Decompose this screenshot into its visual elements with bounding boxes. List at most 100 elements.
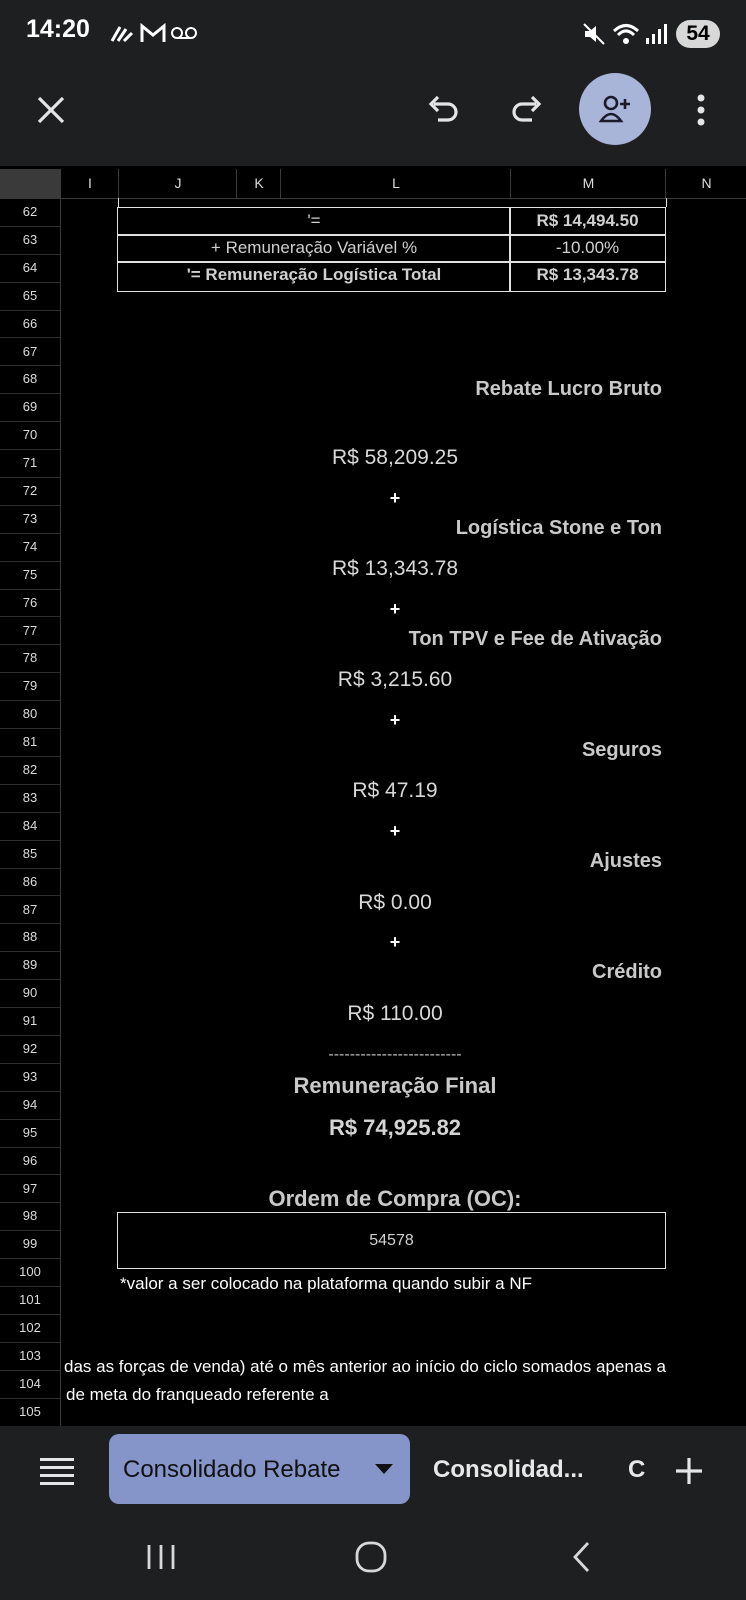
table-r63-label[interactable]: + Remuneração Variável % bbox=[117, 234, 511, 263]
row-header[interactable]: 87 bbox=[0, 896, 60, 925]
table-r64-value[interactable]: R$ 13,343.78 bbox=[509, 261, 666, 292]
row-header[interactable]: 98 bbox=[0, 1202, 60, 1232]
clipped-row-61 bbox=[118, 198, 667, 207]
chevron-down-icon[interactable] bbox=[375, 1464, 393, 1476]
row-103-text[interactable]: das as forças de venda) até o mês anteri… bbox=[64, 1357, 746, 1377]
more-vert-icon[interactable] bbox=[691, 92, 711, 128]
add-sheet-icon[interactable] bbox=[674, 1456, 704, 1486]
row-header[interactable]: 62 bbox=[0, 198, 60, 227]
row-header[interactable]: 104 bbox=[0, 1370, 60, 1399]
row-header[interactable]: 94 bbox=[0, 1091, 60, 1120]
row-header[interactable]: 82 bbox=[0, 756, 60, 785]
column-header-j[interactable]: J bbox=[118, 169, 237, 198]
seguros-value[interactable]: R$ 47.19 bbox=[280, 779, 510, 803]
column-header-m[interactable]: M bbox=[510, 169, 666, 198]
row-header[interactable]: 79 bbox=[0, 672, 60, 702]
plus-sign: + bbox=[389, 488, 401, 508]
home-icon[interactable] bbox=[354, 1540, 388, 1574]
row-header[interactable]: 96 bbox=[0, 1147, 60, 1176]
plus-sign: + bbox=[389, 932, 401, 952]
redo-icon[interactable] bbox=[510, 92, 546, 126]
row-header[interactable]: 99 bbox=[0, 1230, 60, 1260]
row-header[interactable]: 74 bbox=[0, 533, 60, 562]
row-header[interactable]: 65 bbox=[0, 282, 60, 311]
remuneracao-final-value[interactable]: R$ 74,925.82 bbox=[260, 1115, 530, 1141]
row-header[interactable]: 83 bbox=[0, 784, 60, 813]
row-header[interactable]: 64 bbox=[0, 254, 60, 283]
remuneracao-final-heading[interactable]: Remuneração Final bbox=[230, 1073, 560, 1099]
rebate-lucro-bruto-heading[interactable]: Rebate Lucro Bruto bbox=[400, 378, 662, 401]
divider-line: ------------------------- bbox=[328, 1046, 462, 1063]
row-header[interactable]: 93 bbox=[0, 1063, 60, 1092]
tab-consolidado-2[interactable]: Consolidad... bbox=[433, 1456, 584, 1484]
sheets-list-icon[interactable] bbox=[40, 1455, 74, 1485]
row-header[interactable]: 72 bbox=[0, 477, 60, 506]
ton-tpv-heading[interactable]: Ton TPV e Fee de Ativação bbox=[330, 628, 662, 651]
credito-value[interactable]: R$ 110.00 bbox=[280, 1002, 510, 1026]
rebate-lucro-bruto-value[interactable]: R$ 58,209.25 bbox=[280, 446, 510, 470]
wifi-icon bbox=[612, 24, 640, 44]
table-r62-label[interactable]: '= bbox=[117, 207, 511, 236]
oc-note[interactable]: *valor a ser colocado na plataforma quan… bbox=[120, 1274, 680, 1294]
ton-tpv-value[interactable]: R$ 3,215.60 bbox=[280, 668, 510, 692]
row-header[interactable]: 76 bbox=[0, 589, 60, 618]
signal-app-icon bbox=[110, 26, 134, 43]
back-icon[interactable] bbox=[570, 1540, 594, 1574]
row-header[interactable]: 91 bbox=[0, 1007, 60, 1036]
status-time: 14:20 bbox=[26, 15, 90, 43]
ajustes-value[interactable]: R$ 0.00 bbox=[280, 891, 510, 915]
row-header[interactable]: 92 bbox=[0, 1035, 60, 1064]
row-header[interactable]: 86 bbox=[0, 868, 60, 897]
row-header[interactable]: 69 bbox=[0, 393, 60, 423]
row-header[interactable]: 95 bbox=[0, 1119, 60, 1148]
row-header[interactable]: 71 bbox=[0, 449, 60, 478]
row-header[interactable]: 101 bbox=[0, 1286, 60, 1315]
table-r63-value[interactable]: -10.00% bbox=[509, 234, 666, 263]
column-header-l[interactable]: L bbox=[280, 169, 511, 198]
plus-sign: + bbox=[389, 710, 401, 730]
tab-c[interactable]: C bbox=[628, 1456, 645, 1484]
row-header[interactable]: 68 bbox=[0, 365, 60, 395]
row-header[interactable]: 84 bbox=[0, 812, 60, 841]
ordem-compra-heading[interactable]: Ordem de Compra (OC): bbox=[200, 1186, 590, 1212]
row-header-bar: 62 63 64 65 66 67 68 69 70 71 72 73 74 75 76 77 78 79 80 81… bbox=[0, 198, 61, 1427]
gmail-icon bbox=[140, 22, 166, 42]
row-header[interactable]: 73 bbox=[0, 505, 60, 534]
row-header[interactable]: 81 bbox=[0, 728, 60, 757]
ordem-compra-value[interactable]: 54578 bbox=[117, 1212, 666, 1269]
table-r62-value[interactable]: R$ 14,494.50 bbox=[509, 207, 666, 236]
row-header[interactable]: 80 bbox=[0, 700, 60, 730]
row-header[interactable]: 105 bbox=[0, 1398, 60, 1427]
logistica-heading[interactable]: Logística Stone e Ton bbox=[380, 517, 662, 540]
tab-consolidado-rebate[interactable]: Consolidado Rebate bbox=[109, 1434, 410, 1504]
ajustes-heading[interactable]: Ajustes bbox=[500, 850, 662, 873]
column-header-n[interactable]: N bbox=[665, 169, 746, 198]
logistica-value[interactable]: R$ 13,343.78 bbox=[280, 557, 510, 581]
undo-icon[interactable] bbox=[424, 92, 460, 126]
row-104-text[interactable]: de meta do franqueado referente a bbox=[66, 1385, 666, 1405]
row-header[interactable]: 88 bbox=[0, 923, 60, 953]
seguros-heading[interactable]: Seguros bbox=[500, 739, 662, 762]
row-header[interactable]: 102 bbox=[0, 1314, 60, 1343]
row-header[interactable]: 70 bbox=[0, 421, 60, 451]
row-header[interactable]: 67 bbox=[0, 338, 60, 367]
row-header[interactable]: 78 bbox=[0, 644, 60, 674]
credito-heading[interactable]: Crédito bbox=[500, 961, 662, 984]
row-header[interactable]: 100 bbox=[0, 1258, 60, 1288]
row-header[interactable]: 90 bbox=[0, 979, 60, 1009]
row-header[interactable]: 103 bbox=[0, 1342, 60, 1371]
recent-apps-icon[interactable] bbox=[145, 1542, 179, 1572]
row-header[interactable]: 77 bbox=[0, 617, 60, 646]
row-header[interactable]: 97 bbox=[0, 1175, 60, 1204]
row-header[interactable]: 66 bbox=[0, 310, 60, 339]
row-header[interactable]: 75 bbox=[0, 561, 60, 590]
share-button[interactable] bbox=[579, 73, 651, 145]
row-header[interactable]: 63 bbox=[0, 226, 60, 255]
row-header[interactable]: 89 bbox=[0, 951, 60, 981]
column-header-k[interactable]: K bbox=[236, 169, 281, 198]
column-header-i[interactable]: I bbox=[60, 169, 119, 198]
table-r64-label[interactable]: '= Remuneração Logística Total bbox=[117, 261, 511, 292]
row-header[interactable]: 85 bbox=[0, 840, 60, 869]
close-icon[interactable] bbox=[36, 95, 66, 125]
select-all-corner[interactable] bbox=[0, 169, 61, 198]
